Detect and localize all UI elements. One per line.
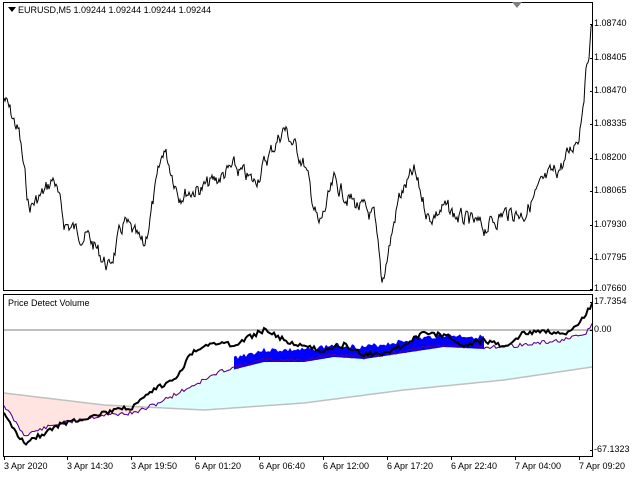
symbol-line: EURUSD,M5 1.09244 1.09244 1.09244 1.0924…	[18, 5, 212, 15]
time-tick: 6 Apr 01:20	[195, 457, 242, 471]
price-tick: 1.08405	[590, 52, 627, 62]
indicator-title: Price Detect Volume	[8, 298, 90, 308]
price-tick: 1.08065	[590, 185, 627, 195]
time-tick: 6 Apr 17:20	[387, 457, 434, 471]
indicator-plot	[4, 302, 592, 446]
price-tick: 1.07930	[590, 219, 627, 229]
time-tick: 3 Apr 19:50	[131, 457, 178, 471]
chart-shift-icon[interactable]	[512, 2, 522, 8]
price-chart-pane[interactable]: EURUSD,M5 1.09244 1.09244 1.09244 1.0924…	[3, 2, 593, 291]
time-tick: 7 Apr 09:20	[579, 457, 626, 471]
time-tick: 7 Apr 04:00	[515, 457, 562, 471]
price-tick: 1.08470	[590, 85, 627, 95]
indicator-tick-zero: 0.00	[590, 324, 612, 334]
indicator-axis[interactable]: 17.7354 0.00 -67.1323	[590, 294, 640, 457]
indicator-pane[interactable]: Price Detect Volume	[3, 294, 593, 457]
price-tick: 1.08335	[590, 118, 627, 128]
symbol-info: EURUSD,M5 1.09244 1.09244 1.09244 1.0924…	[8, 5, 211, 15]
caret-down-icon	[8, 7, 16, 12]
price-line	[4, 24, 592, 283]
time-axis[interactable]: 3 Apr 2020 3 Apr 14:30 3 Apr 19:50 6 Apr…	[0, 457, 640, 480]
price-tick: 1.08200	[590, 152, 627, 162]
price-axis[interactable]: 1.08740 1.08405 1.08470 1.08335 1.08200 …	[590, 2, 640, 293]
time-tick: 3 Apr 2020	[4, 457, 48, 471]
time-tick: 6 Apr 06:40	[259, 457, 306, 471]
price-line-chart	[4, 24, 592, 283]
indicator-tick-bottom: -67.1323	[590, 444, 630, 454]
indicator-tick-top: 17.7354	[590, 296, 627, 306]
price-tick: 1.07660	[590, 283, 627, 293]
price-tick: 1.07795	[590, 252, 627, 262]
time-tick: 6 Apr 12:00	[323, 457, 370, 471]
time-tick: 3 Apr 14:30	[67, 457, 114, 471]
time-tick: 6 Apr 22:40	[451, 457, 498, 471]
price-tick: 1.08740	[590, 18, 627, 28]
